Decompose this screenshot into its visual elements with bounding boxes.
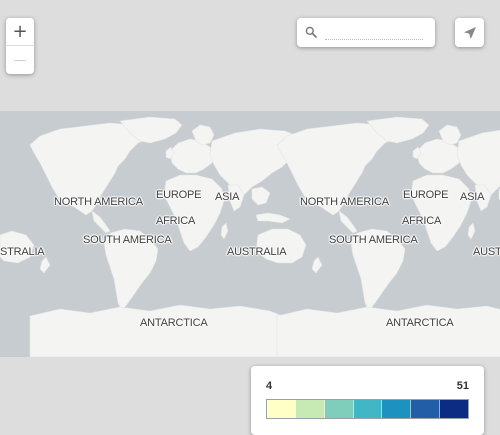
- antarctica-shape-1: [29, 304, 291, 357]
- label-south-america-1: SOUTH AMERICA: [83, 234, 172, 246]
- legend: 4 51: [251, 366, 484, 435]
- label-africa-2: AFRICA: [402, 215, 442, 227]
- zoom-control: + —: [6, 18, 34, 74]
- legend-swatch-7: [440, 400, 469, 418]
- legend-swatch-1: [267, 400, 296, 418]
- central-america-shape-1: [91, 210, 111, 234]
- label-north-america-2: NORTH AMERICA: [300, 196, 389, 208]
- label-europe-1: EUROPE: [156, 189, 202, 201]
- africa-shape-2: [410, 174, 472, 252]
- legend-swatch-4: [353, 400, 383, 418]
- label-australia-left: STRALIA: [0, 246, 45, 258]
- central-america-shape-2: [338, 210, 358, 234]
- minus-icon: —: [14, 53, 26, 67]
- search-icon: [305, 26, 317, 38]
- madagascar-shape-1: [220, 222, 229, 240]
- europe-shape-1: [169, 138, 215, 174]
- zoom-out-button[interactable]: —: [6, 46, 34, 74]
- plus-icon: +: [12, 21, 28, 42]
- africa-shape-1: [163, 174, 225, 252]
- label-europe-2: EUROPE: [403, 189, 449, 201]
- madagascar-shape-2: [467, 222, 476, 240]
- indonesia-shape-1: [255, 212, 291, 224]
- locate-button[interactable]: [455, 18, 484, 47]
- legend-max-value: 51: [456, 380, 469, 392]
- label-asia-1: ASIA: [215, 191, 240, 203]
- label-africa-1: AFRICA: [156, 215, 196, 227]
- label-antarctica-1: ANTARCTICA: [140, 317, 208, 329]
- legend-swatch-6: [411, 400, 441, 418]
- search-input[interactable]: [325, 25, 423, 40]
- europe-shape-2: [416, 138, 462, 174]
- label-antarctica-2: ANTARCTICA: [386, 317, 454, 329]
- new-zealand-shape-1: [311, 256, 323, 274]
- legend-swatch-5: [382, 400, 412, 418]
- se-asia-shape-1: [251, 186, 271, 206]
- legend-swatch-2: [295, 400, 325, 418]
- label-north-america-1: NORTH AMERICA: [54, 196, 143, 208]
- map-app: NORTH AMERICA EUROPE ASIA AFRICA SOUTH A…: [0, 0, 500, 435]
- label-asia-2: ASIA: [460, 191, 485, 203]
- legend-swatch-3: [324, 400, 354, 418]
- label-south-america-2: SOUTH AMERICA: [329, 234, 418, 246]
- label-australia-1: AUSTRALIA: [227, 246, 287, 258]
- label-australia-right: AUST: [473, 246, 500, 258]
- antarctica-shape-2: [276, 304, 500, 357]
- world-map[interactable]: NORTH AMERICA EUROPE ASIA AFRICA SOUTH A…: [0, 111, 500, 357]
- legend-color-scale: [266, 399, 469, 419]
- zoom-in-button[interactable]: +: [6, 18, 34, 46]
- legend-min-value: 4: [266, 380, 273, 392]
- new-zealand-edge-shape: [39, 256, 51, 274]
- search-box: [297, 18, 435, 47]
- navigation-arrow-icon: [463, 26, 476, 39]
